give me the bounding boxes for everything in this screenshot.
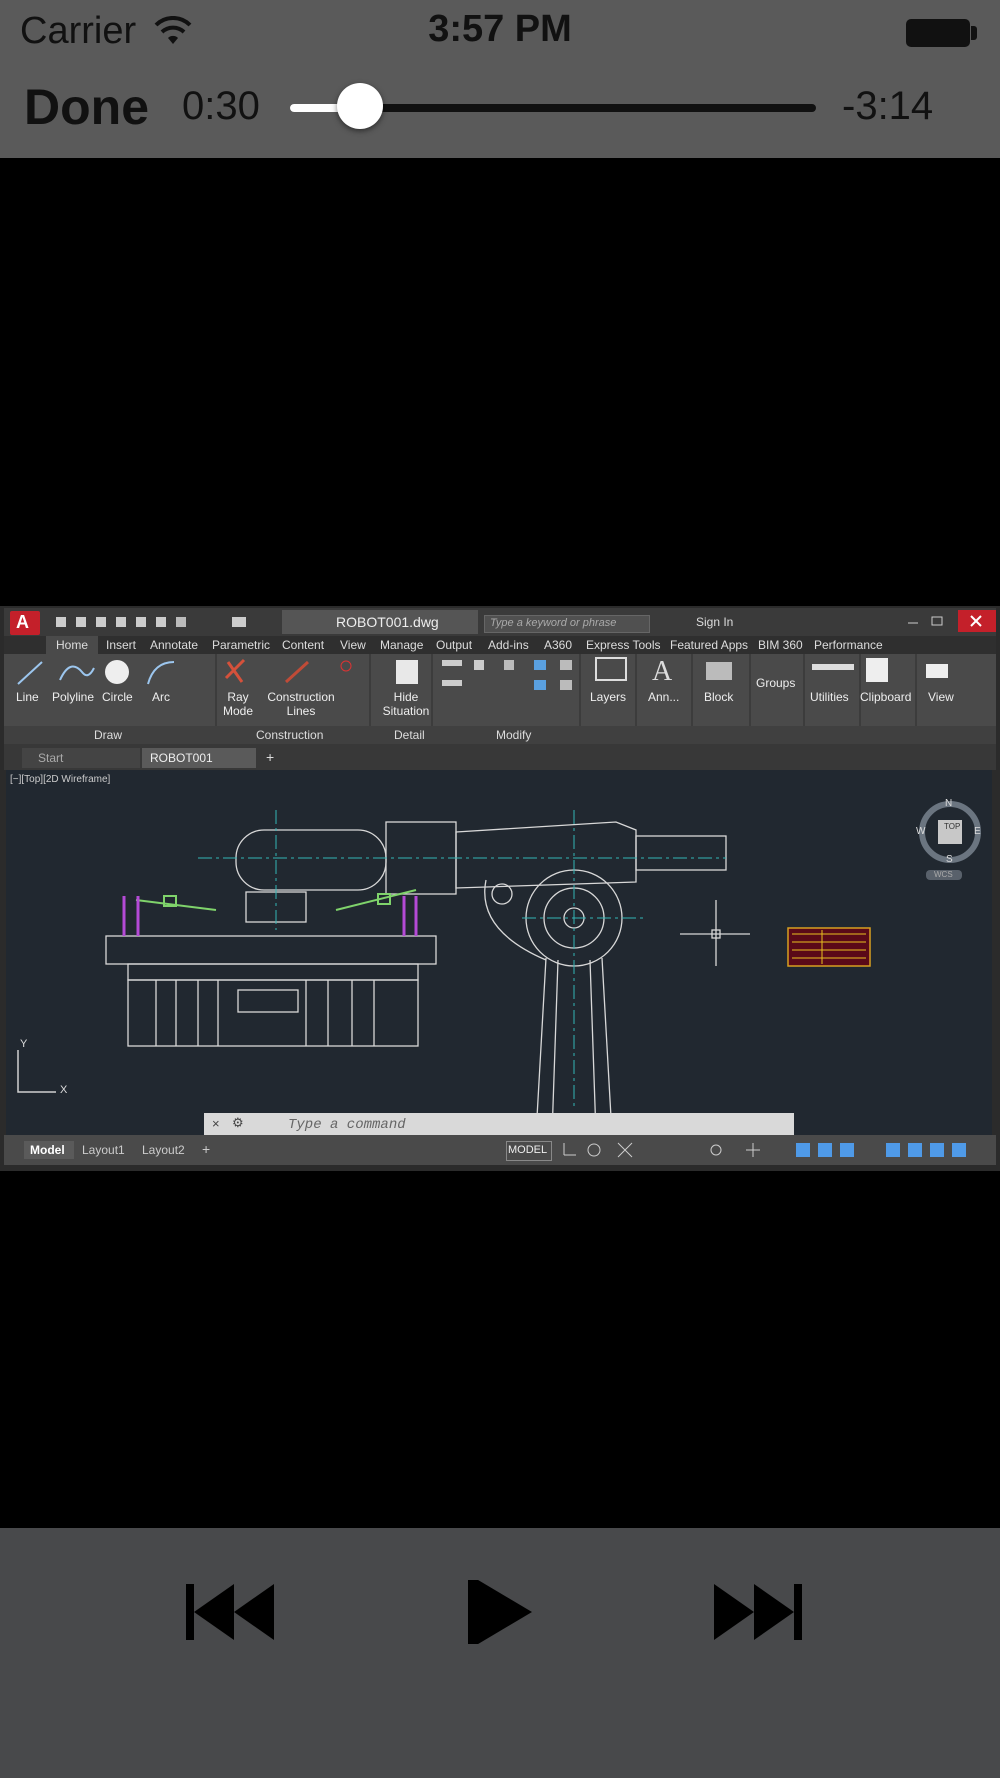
ribbon-tab-manage[interactable]: Manage bbox=[380, 638, 423, 652]
ucs-y-label: Y bbox=[20, 1038, 28, 1050]
status-bar: Carrier 3:57 PM bbox=[0, 0, 1000, 66]
status-toggle-icons[interactable] bbox=[556, 1141, 996, 1159]
tool-layers[interactable]: Layers bbox=[590, 690, 626, 704]
viewcube-north: N bbox=[945, 798, 953, 809]
robot-drawing bbox=[17, 801, 981, 1135]
quick-access-icons bbox=[56, 617, 246, 627]
next-track-icon[interactable] bbox=[700, 1580, 820, 1644]
play-icon[interactable] bbox=[440, 1580, 560, 1644]
ribbon-tab-featured-apps[interactable]: Featured Apps bbox=[670, 638, 748, 652]
command-settings-icon[interactable]: ⚙ bbox=[232, 1115, 244, 1131]
close-icon bbox=[970, 615, 982, 627]
ribbon-tab-annotate[interactable]: Annotate bbox=[150, 638, 198, 652]
tool-block[interactable]: Block bbox=[704, 690, 733, 704]
drawing-canvas[interactable]: [−][Top][2D Wireframe] TOP N S E W WCS Y… bbox=[6, 770, 992, 1135]
wcs-label[interactable]: WCS bbox=[934, 870, 953, 879]
search-box[interactable]: Type a keyword or phrase bbox=[484, 615, 650, 633]
tool-circle[interactable]: Circle bbox=[102, 690, 133, 704]
autocad-logo-letter: A bbox=[16, 612, 29, 632]
ribbon-tab-bim360[interactable]: BIM 360 bbox=[758, 638, 803, 652]
tool-line[interactable]: Line bbox=[16, 690, 39, 704]
ribbon-tab-a360[interactable]: A360 bbox=[544, 638, 572, 652]
command-line[interactable]: × ⚙ Type a command bbox=[204, 1113, 794, 1137]
document-tab-bar: Start ROBOT001 + bbox=[4, 744, 996, 770]
tool-view[interactable]: View bbox=[928, 690, 954, 704]
group-detail[interactable]: Detail bbox=[394, 728, 425, 742]
layout-tab-layout2[interactable]: Layout2 bbox=[142, 1143, 185, 1157]
tool-hide-situation[interactable]: Hide Situation bbox=[378, 690, 434, 718]
tool-construction-lines[interactable]: Construction Lines bbox=[262, 690, 340, 718]
group-construction[interactable]: Construction bbox=[256, 728, 323, 742]
previous-track-icon[interactable] bbox=[180, 1580, 300, 1644]
tool-annotation[interactable]: Ann... bbox=[648, 690, 679, 704]
tool-polyline[interactable]: Polyline bbox=[52, 690, 94, 704]
ribbon-tab-insert[interactable]: Insert bbox=[106, 638, 136, 652]
window-controls-icon bbox=[908, 616, 943, 626]
ribbon-tab-output[interactable]: Output bbox=[436, 638, 472, 652]
command-close-icon[interactable]: × bbox=[212, 1116, 220, 1131]
status-time: 3:57 PM bbox=[428, 8, 572, 50]
viewcube-top[interactable]: TOP bbox=[944, 822, 960, 831]
tool-utilities[interactable]: Utilities bbox=[810, 690, 849, 704]
model-space-button[interactable]: MODEL bbox=[508, 1144, 547, 1156]
search-placeholder: Type a keyword or phrase bbox=[490, 617, 617, 629]
cad-status-bar: Model Layout1 Layout2 + MODEL bbox=[4, 1135, 996, 1165]
ribbon-tab-performance[interactable]: Performance bbox=[814, 638, 883, 652]
ucs-x-label: X bbox=[60, 1084, 68, 1096]
drawing-title: ROBOT001.dwg bbox=[336, 614, 439, 630]
doc-tab-robot001[interactable]: ROBOT001 bbox=[150, 751, 213, 765]
add-layout-button[interactable]: + bbox=[202, 1141, 210, 1157]
ribbon-tab-addins[interactable]: Add-ins bbox=[488, 638, 529, 652]
tool-groups[interactable]: Groups bbox=[756, 676, 795, 690]
ribbon-tab-parametric[interactable]: Parametric bbox=[212, 638, 270, 652]
quick-access-toolbar[interactable] bbox=[52, 615, 272, 629]
battery-nub bbox=[971, 26, 977, 40]
group-modify[interactable]: Modify bbox=[496, 728, 531, 742]
tool-clipboard[interactable]: Clipboard bbox=[860, 690, 911, 704]
cad-title-bar: A ROBOT001.dwg Type a keyword or phrase … bbox=[4, 608, 996, 636]
ribbon-tab-express-tools[interactable]: Express Tools bbox=[586, 638, 660, 652]
playback-controls-bar bbox=[0, 1528, 1000, 1778]
ribbon-tab-home[interactable]: Home bbox=[56, 638, 88, 652]
viewcube-east: E bbox=[974, 826, 981, 837]
sign-in-link[interactable]: Sign In bbox=[696, 615, 733, 629]
tool-arc[interactable]: Arc bbox=[152, 690, 170, 704]
viewcube-south: S bbox=[946, 854, 953, 865]
done-button[interactable]: Done bbox=[24, 78, 149, 136]
layout-tab-layout1[interactable]: Layout1 bbox=[82, 1143, 125, 1157]
ribbon-tab-view[interactable]: View bbox=[340, 638, 366, 652]
command-input[interactable]: Type a command bbox=[288, 1117, 406, 1133]
layout-tab-model[interactable]: Model bbox=[30, 1143, 65, 1157]
remaining-time: -3:14 bbox=[842, 84, 934, 128]
ribbon-panel: A Line Polyline Circle Arc Ray Mode Cons… bbox=[4, 654, 996, 744]
viewcube-west: W bbox=[916, 826, 926, 837]
ribbon-tab-content[interactable]: Content bbox=[282, 638, 324, 652]
ribbon-tab-bar: Home Insert Annotate Parametric Content … bbox=[4, 636, 996, 654]
new-tab-button[interactable]: + bbox=[266, 749, 274, 765]
svg-text:A: A bbox=[652, 656, 673, 687]
doc-tab-start[interactable]: Start bbox=[38, 751, 63, 765]
battery-icon bbox=[906, 19, 970, 47]
tool-ray-mode[interactable]: Ray Mode bbox=[218, 690, 258, 718]
elapsed-time: 0:30 bbox=[182, 84, 260, 128]
group-draw[interactable]: Draw bbox=[94, 728, 122, 742]
